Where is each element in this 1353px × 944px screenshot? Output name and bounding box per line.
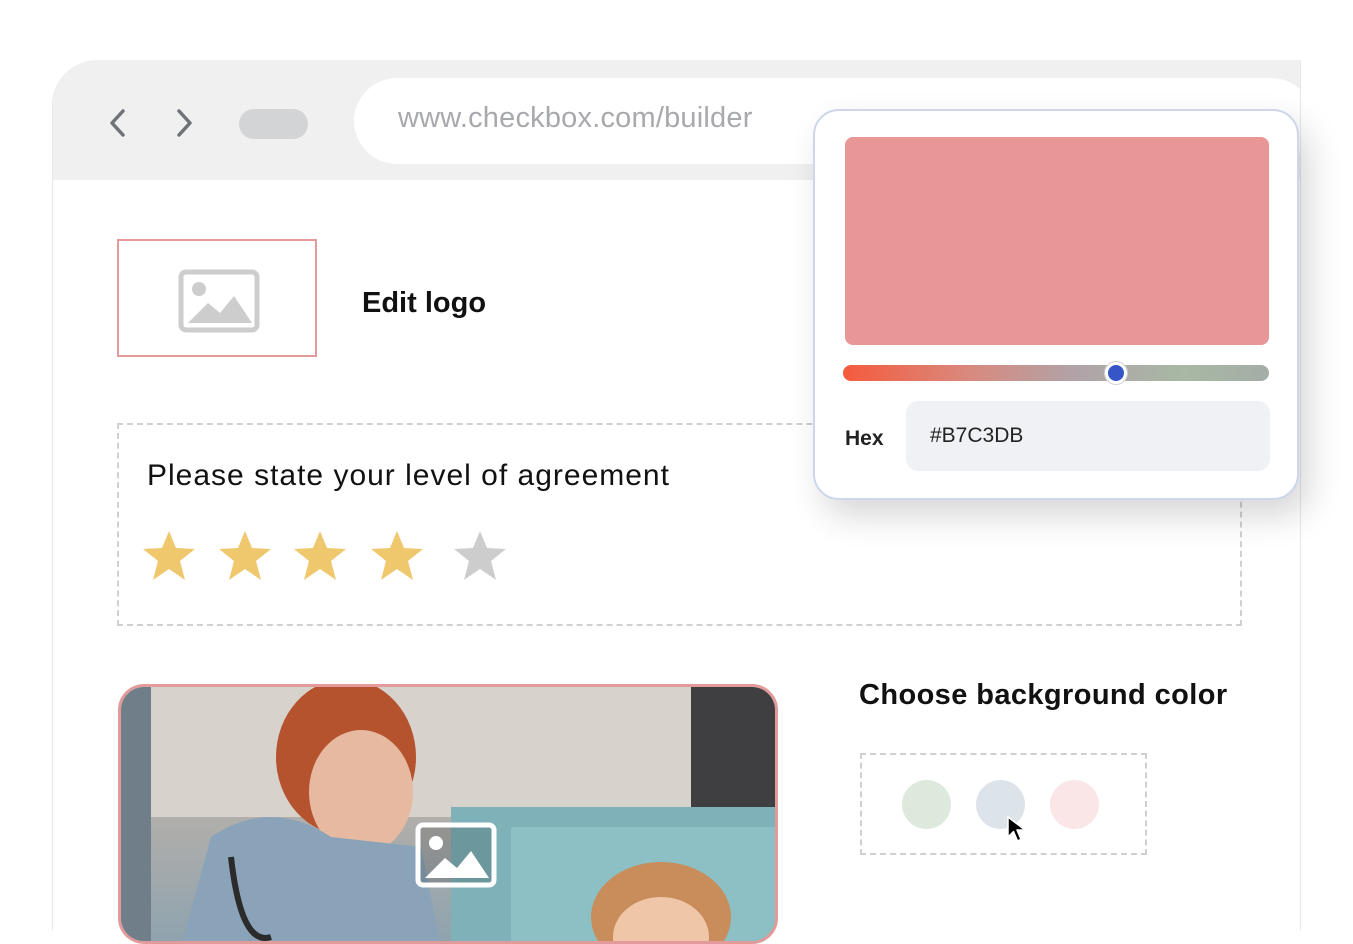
logo-upload-box[interactable] bbox=[117, 239, 317, 357]
forward-button[interactable] bbox=[169, 106, 199, 140]
hex-label: Hex bbox=[845, 427, 884, 450]
url-text: www.checkbox.com/builder bbox=[398, 102, 753, 134]
chevron-left-icon bbox=[110, 109, 125, 137]
star-icon[interactable] bbox=[452, 529, 508, 583]
color-picker-popover: Hex bbox=[813, 109, 1299, 500]
chevron-right-icon bbox=[177, 109, 192, 137]
image-icon bbox=[178, 269, 260, 333]
hex-input[interactable] bbox=[906, 401, 1270, 471]
star-icon[interactable] bbox=[292, 529, 348, 583]
hero-photo[interactable] bbox=[118, 684, 778, 944]
color-preview[interactable] bbox=[845, 137, 1269, 345]
image-icon bbox=[415, 822, 497, 888]
mouse-cursor-icon bbox=[1007, 816, 1026, 842]
photo-illustration bbox=[121, 687, 775, 941]
star-icon[interactable] bbox=[369, 529, 425, 583]
edit-logo-label[interactable]: Edit logo bbox=[362, 287, 486, 320]
hue-slider-thumb[interactable] bbox=[1104, 362, 1127, 384]
swatch-green[interactable] bbox=[902, 780, 951, 829]
back-button[interactable] bbox=[103, 106, 133, 140]
swatch-pink[interactable] bbox=[1050, 780, 1099, 829]
star-icon[interactable] bbox=[141, 529, 197, 583]
swatch-group bbox=[860, 753, 1147, 855]
background-color-title: Choose background color bbox=[859, 679, 1228, 711]
star-icon[interactable] bbox=[217, 529, 273, 583]
tab-pill[interactable] bbox=[239, 109, 308, 139]
hue-slider[interactable] bbox=[843, 365, 1269, 381]
question-text: Please state your level of agreement bbox=[147, 459, 670, 492]
